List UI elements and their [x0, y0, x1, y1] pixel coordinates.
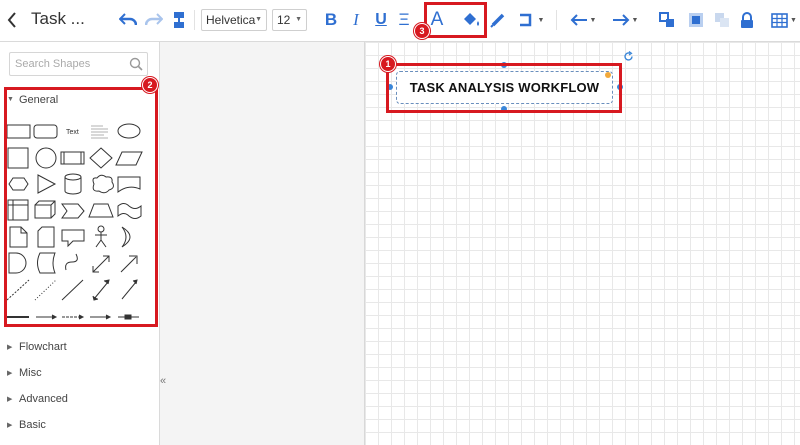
- italic-icon[interactable]: I: [349, 9, 363, 31]
- arrange-icon[interactable]: [656, 9, 680, 31]
- step-badge-1: 1: [380, 56, 396, 72]
- section-label: Basic: [19, 419, 46, 431]
- lock-icon[interactable]: [739, 9, 755, 31]
- font-size-value: 12: [277, 13, 291, 27]
- to-back-icon[interactable]: [712, 9, 732, 31]
- toolbar: Task ... Helvetica ▼ 12 ▼ B I U Ξ A ▼ ▼ …: [0, 0, 800, 42]
- section-misc[interactable]: ▶ Misc: [0, 363, 159, 385]
- document-title[interactable]: Task ...: [31, 9, 85, 29]
- undo-icon[interactable]: [118, 9, 138, 31]
- back-icon[interactable]: [4, 9, 20, 31]
- search-icon[interactable]: [129, 57, 143, 76]
- bold-icon[interactable]: B: [322, 9, 340, 31]
- to-front-icon[interactable]: [686, 9, 706, 31]
- font-family-value: Helvetica: [206, 13, 256, 27]
- section-flowchart[interactable]: ▶ Flowchart: [0, 337, 159, 359]
- rotate-icon[interactable]: [623, 49, 634, 67]
- highlight-box-shapes: [4, 87, 158, 327]
- collapsed-triangle-icon: ▶: [7, 344, 13, 351]
- collapsed-triangle-icon: ▶: [7, 422, 13, 429]
- search-box[interactable]: [9, 52, 148, 76]
- connector-style-icon[interactable]: ▼: [514, 9, 548, 31]
- font-size-select[interactable]: 12 ▼: [272, 9, 307, 31]
- section-advanced[interactable]: ▶ Advanced: [0, 389, 159, 411]
- section-label: Advanced: [19, 393, 68, 405]
- section-label: Flowchart: [19, 341, 67, 353]
- collapsed-triangle-icon: ▶: [7, 396, 13, 403]
- highlight-box-text-color: [424, 2, 487, 38]
- line-color-icon[interactable]: [489, 9, 507, 31]
- step-badge-3: 3: [414, 23, 430, 39]
- format-painter-icon[interactable]: [170, 9, 188, 31]
- collapsed-triangle-icon: ▶: [7, 370, 13, 377]
- collapse-sidebar-button[interactable]: «: [160, 375, 172, 389]
- align-icon[interactable]: Ξ: [396, 9, 412, 31]
- section-label: Misc: [19, 367, 42, 379]
- table-icon[interactable]: ▼: [770, 9, 798, 31]
- chevron-down-icon: ▼: [295, 16, 302, 23]
- arrow-end-icon[interactable]: ▼: [608, 9, 642, 31]
- search-input[interactable]: [15, 57, 125, 71]
- underline-icon[interactable]: U: [373, 9, 389, 31]
- highlight-box-shape: [386, 63, 622, 113]
- step-badge-2: 2: [142, 77, 158, 93]
- chevron-down-icon: ▼: [255, 16, 262, 23]
- arrow-start-icon[interactable]: ▼: [566, 9, 600, 31]
- font-family-select[interactable]: Helvetica ▼: [201, 9, 267, 31]
- redo-icon[interactable]: [144, 9, 164, 31]
- section-basic[interactable]: ▶ Basic: [0, 415, 159, 437]
